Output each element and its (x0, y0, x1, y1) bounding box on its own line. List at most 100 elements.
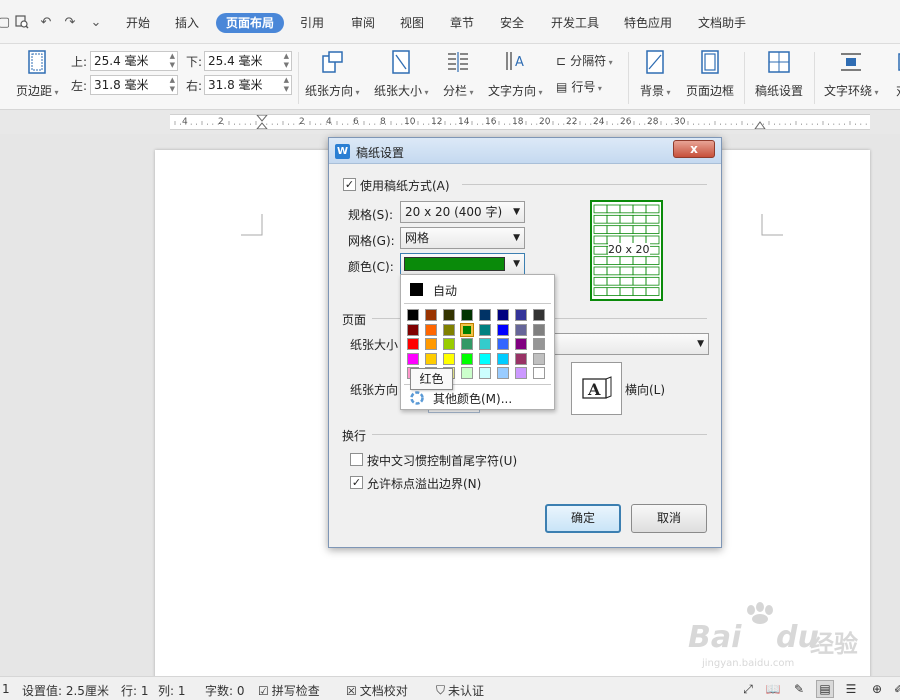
color-swatch[interactable] (515, 338, 527, 350)
color-select[interactable]: ▼ (400, 253, 525, 275)
color-swatch[interactable] (425, 309, 437, 321)
doc-proofread-button[interactable]: ☒ 文档校对 (346, 682, 408, 699)
tab-insert[interactable]: 插入 (173, 13, 201, 33)
line-number-button[interactable]: ▤ 行号 (556, 78, 602, 95)
spec-select[interactable]: 20 x 20 (400 字) ▼ (400, 201, 525, 223)
orientation-button[interactable]: 纸张方向 (305, 50, 360, 99)
text-wrap-button[interactable]: 文字环绕 (824, 50, 879, 99)
tab-chapter[interactable]: 章节 (448, 13, 476, 33)
spinner-arrows-icon[interactable]: ▲ ▼ (284, 76, 289, 94)
color-swatch[interactable] (533, 367, 545, 379)
tab-references[interactable]: 引用 (298, 13, 326, 33)
manuscript-settings-button[interactable]: 稿纸设置 (755, 50, 803, 99)
page-border-button[interactable]: 页面边框 (686, 50, 734, 99)
use-manuscript-checkbox[interactable]: ✓ (343, 178, 356, 191)
tab-security[interactable]: 安全 (498, 13, 526, 33)
tab-special-apps[interactable]: 特色应用 (622, 13, 674, 33)
color-swatch[interactable] (533, 309, 545, 321)
spell-check-button[interactable]: ☑ 拼写检查 (258, 682, 320, 699)
tab-home[interactable]: 开始 (124, 13, 152, 33)
color-swatch[interactable] (533, 323, 545, 336)
color-swatch[interactable] (497, 323, 509, 336)
color-swatch[interactable] (479, 352, 491, 365)
landscape-option[interactable]: A (571, 362, 622, 415)
color-swatch[interactable] (515, 352, 527, 365)
close-button[interactable]: x (673, 140, 715, 158)
color-swatch[interactable] (515, 323, 527, 336)
auto-color-option[interactable]: 自动 (402, 278, 553, 302)
color-swatch[interactable] (460, 322, 474, 337)
color-swatch[interactable] (515, 367, 527, 379)
reading-mode-icon[interactable]: 📖 (764, 680, 782, 698)
tab-developer[interactable]: 开发工具 (549, 13, 601, 33)
page-number-status[interactable]: 1 (2, 682, 10, 696)
color-swatch[interactable] (443, 323, 455, 336)
outline-view-icon[interactable]: ☰ (842, 680, 860, 698)
more-colors-option[interactable]: 其他颜色(M)... (402, 387, 553, 408)
color-swatch[interactable] (407, 309, 419, 321)
grid-select[interactable]: 网格 ▼ (400, 227, 525, 249)
left-margin-input[interactable]: 31.8 毫米 ▲ ▼ (90, 75, 178, 95)
cjk-control-checkbox[interactable] (350, 453, 363, 466)
color-swatch[interactable] (479, 309, 491, 321)
color-swatch[interactable] (479, 338, 491, 350)
color-swatch[interactable] (497, 352, 509, 365)
tab-doc-assistant[interactable]: 文档助手 (696, 13, 748, 33)
color-swatch[interactable] (461, 309, 473, 321)
color-swatch[interactable] (515, 309, 527, 321)
color-swatch[interactable] (443, 338, 455, 350)
fullscreen-icon[interactable]: ⤢ (739, 680, 757, 698)
tab-page-layout[interactable]: 页面布局 (216, 13, 285, 33)
tab-review[interactable]: 审阅 (349, 13, 377, 33)
separator-button[interactable]: ⊏ 分隔符 (556, 52, 613, 69)
columns-button[interactable]: 分栏 (443, 50, 474, 99)
web-view-icon[interactable]: ⊕ (868, 680, 886, 698)
color-swatch[interactable] (425, 338, 437, 350)
background-button[interactable]: 背景 (640, 50, 671, 99)
color-swatch[interactable] (425, 323, 437, 336)
color-swatch[interactable] (497, 309, 509, 321)
color-swatch[interactable] (461, 367, 473, 379)
color-swatch[interactable] (461, 338, 473, 350)
right-margin-input[interactable]: 31.8 毫米 ▲ ▼ (204, 75, 292, 95)
dialog-titlebar[interactable]: W 稿纸设置 x (329, 138, 721, 164)
text-direction-button[interactable]: A 文字方向 (488, 50, 543, 99)
spinner-arrows-icon[interactable]: ▲ ▼ (170, 52, 175, 70)
color-swatch[interactable] (443, 309, 455, 321)
bottom-margin-input[interactable]: 25.4 毫米 ▲ ▼ (204, 51, 292, 71)
customize-dropdown-icon[interactable]: ⌄ (88, 14, 104, 30)
color-swatch[interactable] (425, 352, 437, 365)
page-view-icon[interactable]: ▤ (816, 680, 834, 698)
top-margin-input[interactable]: 25.4 毫米 ▲ ▼ (90, 51, 178, 71)
color-swatch[interactable] (533, 352, 545, 365)
spinner-arrows-icon[interactable]: ▲ ▼ (170, 76, 175, 94)
ok-button[interactable]: 确定 (545, 504, 621, 533)
color-swatch[interactable] (497, 338, 509, 350)
color-swatch[interactable] (497, 367, 509, 379)
color-swatch[interactable] (479, 323, 491, 336)
undo-icon[interactable]: ↶ (38, 14, 54, 30)
color-swatch[interactable] (533, 338, 545, 350)
paper-size-button[interactable]: 纸张大小 (374, 50, 429, 99)
right-indent-marker-icon[interactable] (754, 119, 766, 129)
margins-button[interactable]: 页边距 (16, 50, 59, 99)
align-button-partial[interactable]: 对 (890, 50, 900, 99)
allow-punct-overflow-checkbox[interactable]: ✓ (350, 476, 363, 489)
ruler-strip[interactable]: 4 2 2 4 6 8 10 12 14 16 18 20 22 24 26 2… (170, 114, 870, 130)
write-view-icon[interactable]: ✐ (890, 680, 900, 698)
color-swatch[interactable] (443, 352, 455, 365)
left-indent-marker-icon[interactable] (256, 115, 268, 129)
certification-status[interactable]: ⛉ 未认证 (436, 682, 484, 699)
redo-icon[interactable]: ↷ (62, 14, 78, 30)
color-swatch[interactable] (407, 323, 419, 336)
word-count-status[interactable]: 字数: 0 (205, 682, 245, 699)
pen-icon[interactable]: ✎ (790, 680, 808, 698)
color-swatch[interactable] (407, 352, 419, 365)
color-swatch[interactable] (479, 367, 491, 379)
tab-view[interactable]: 视图 (398, 13, 426, 33)
color-swatch[interactable] (407, 338, 419, 350)
spinner-arrows-icon[interactable]: ▲ ▼ (284, 52, 289, 70)
search-preview-icon[interactable] (14, 14, 30, 30)
color-swatch[interactable] (461, 352, 473, 365)
cancel-button[interactable]: 取消 (631, 504, 707, 533)
